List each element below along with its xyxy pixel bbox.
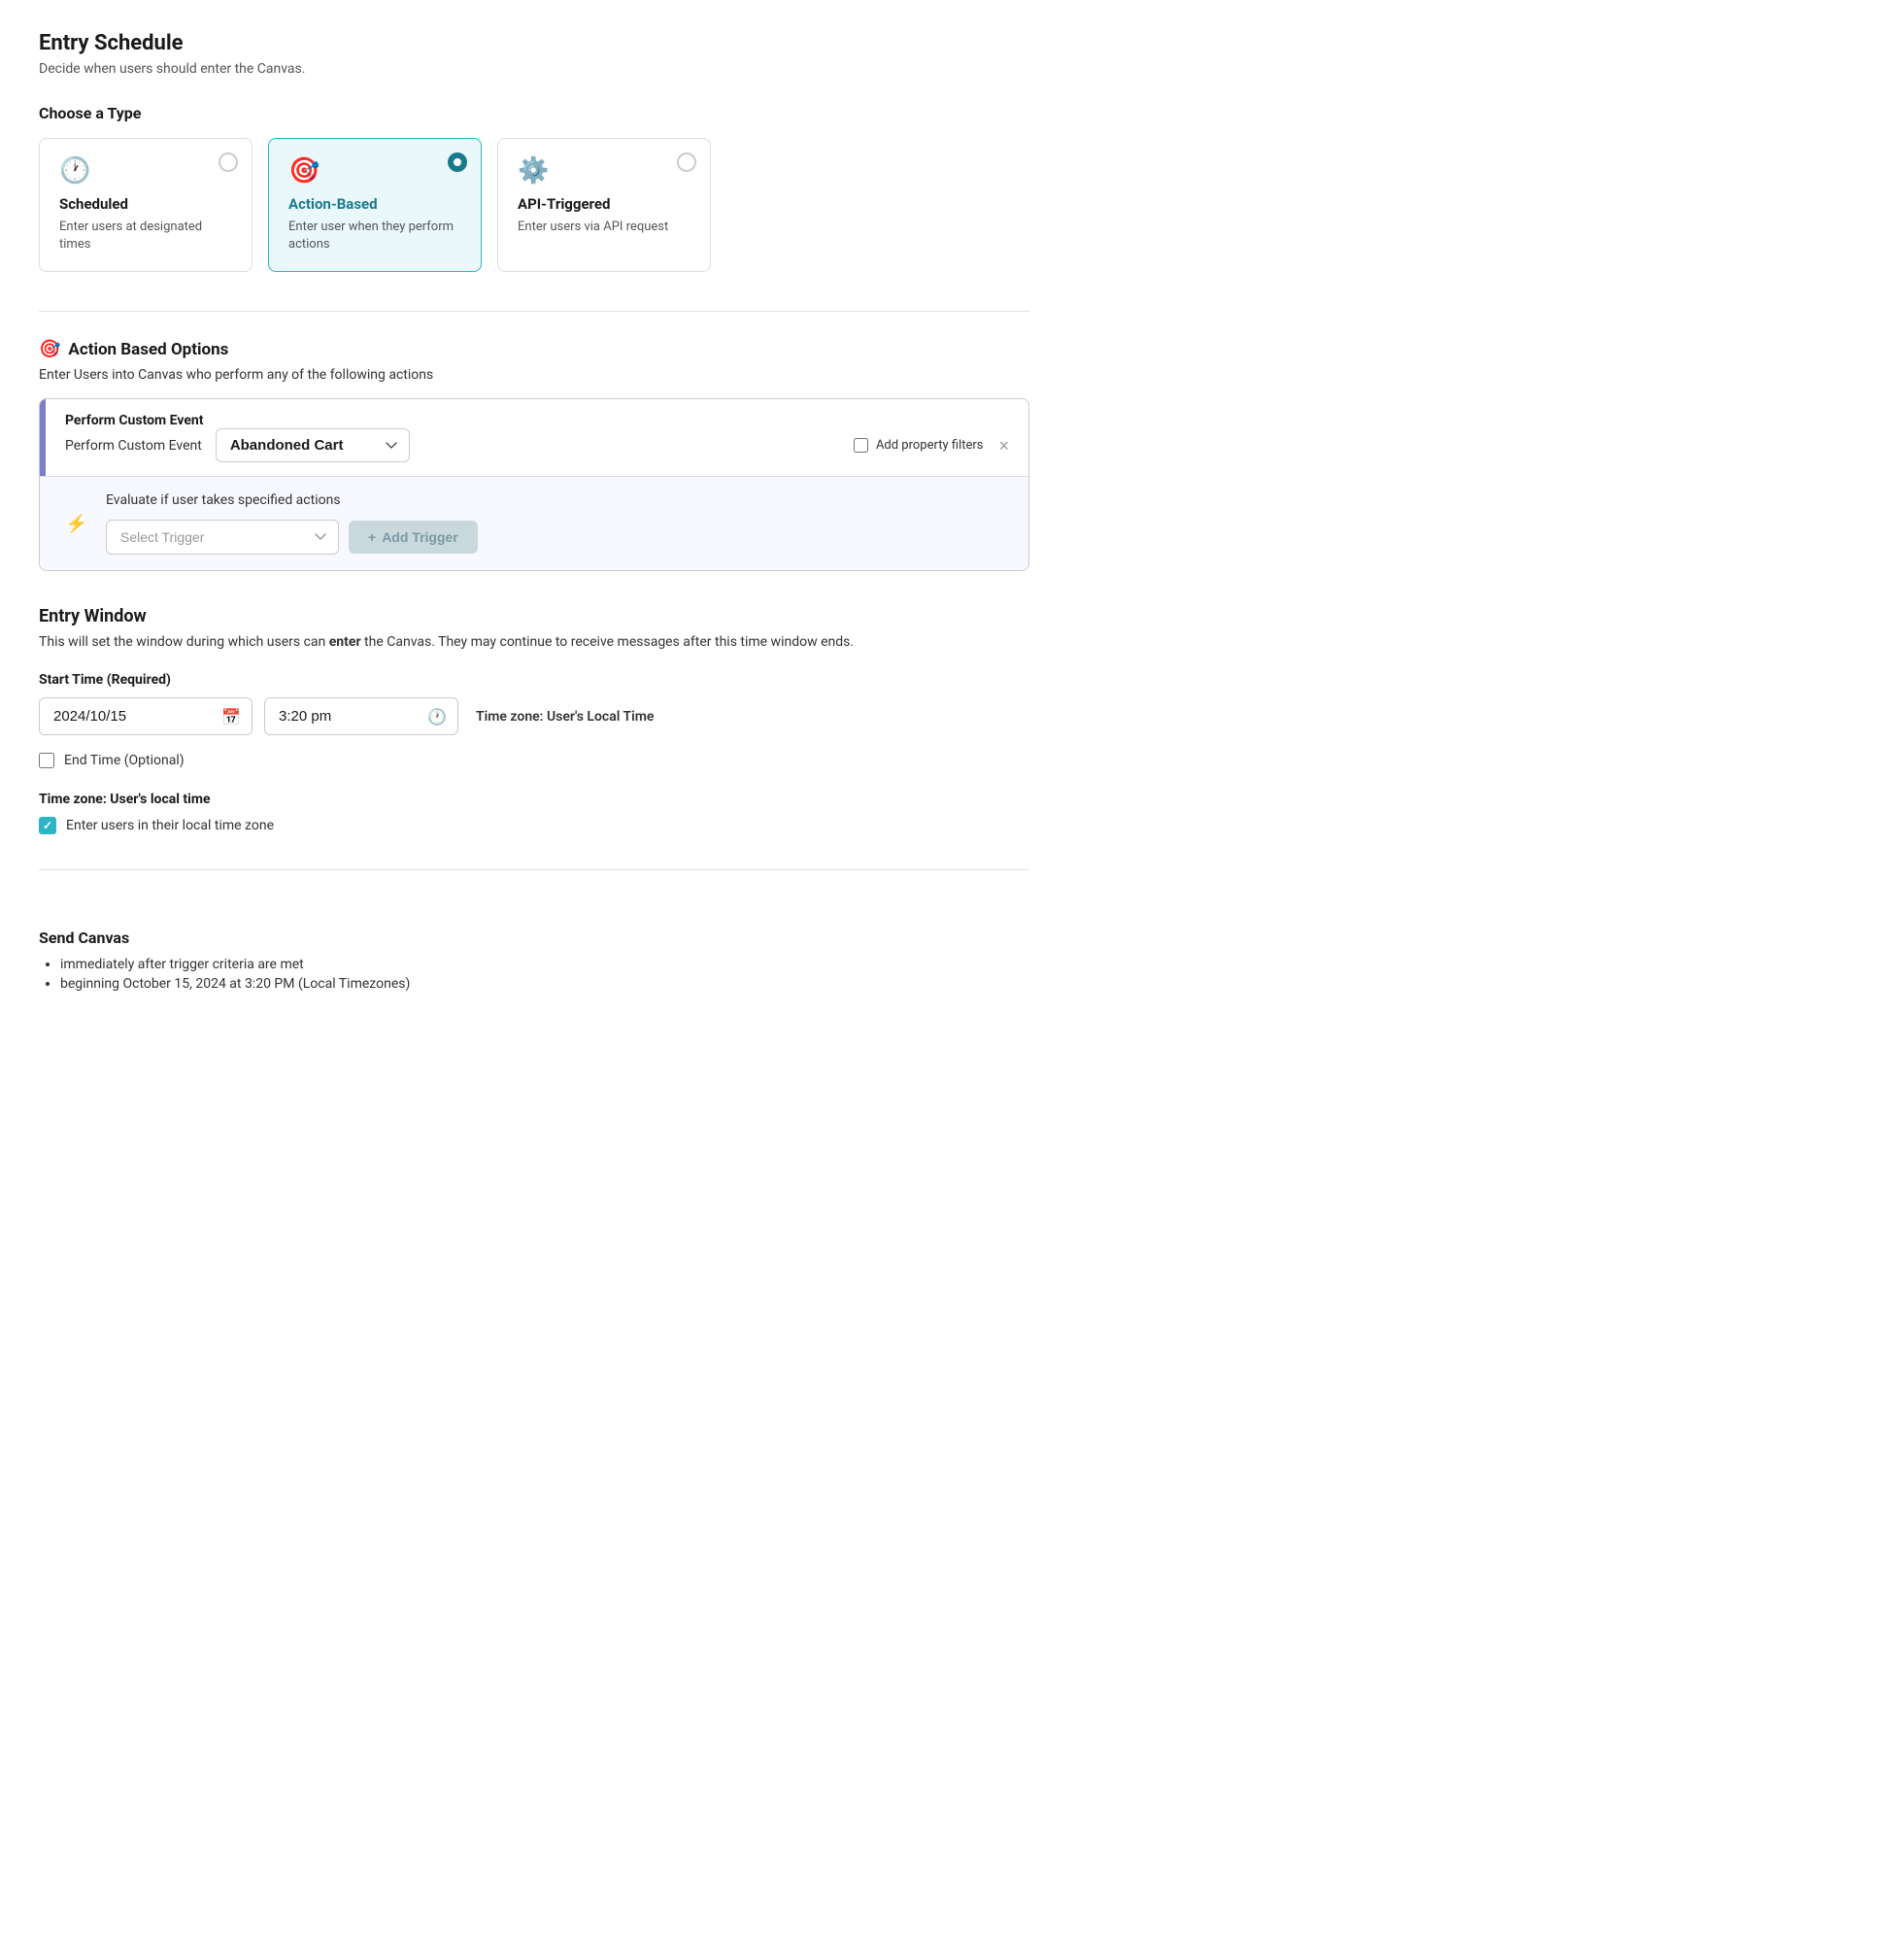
entry-window-desc: This will set the window during which us… (39, 632, 1029, 653)
add-trigger-label: Add Trigger (382, 529, 458, 545)
scheduled-title: Scheduled (59, 195, 232, 213)
api-triggered-radio[interactable] (677, 152, 696, 172)
clock-icon: 🕐 (59, 156, 232, 186)
type-card-scheduled[interactable]: 🕐 Scheduled Enter users at designated ti… (39, 138, 253, 272)
end-time-label: End Time (Optional) (64, 753, 185, 768)
page-title: Entry Schedule (39, 31, 1029, 55)
api-triggered-title: API-Triggered (518, 195, 690, 213)
scheduled-radio[interactable] (219, 152, 238, 172)
action-based-options-desc: Enter Users into Canvas who perform any … (39, 367, 1029, 383)
action-row-top-inner: Perform Custom Event Perform Custom Even… (46, 399, 1028, 476)
lightning-icon: ⚡ (66, 514, 87, 534)
trigger-select-wrapper: Select Trigger (106, 520, 339, 555)
entry-window-desc-before: This will set the window during which us… (39, 634, 329, 650)
action-row-controls: Perform Custom Event Abandoned Cart Purc… (65, 428, 1009, 462)
date-input-wrapper: 📅 (39, 697, 253, 735)
add-trigger-button[interactable]: + Add Trigger (349, 521, 478, 554)
end-time-checkbox[interactable] (39, 753, 54, 768)
action-based-options-header: 🎯 Action Based Options (39, 339, 1029, 359)
trigger-select[interactable]: Select Trigger (106, 520, 339, 555)
datetime-row: 📅 🕐 Time zone: User's Local Time (39, 697, 1029, 735)
local-timezone-label: Enter users in their local time zone (66, 818, 274, 833)
time-input[interactable] (264, 697, 458, 735)
entry-window-desc-after: the Canvas. They may continue to receive… (361, 634, 854, 650)
event-dropdown[interactable]: Abandoned Cart Purchase Session Start Cu… (216, 428, 410, 462)
time-input-wrapper: 🕐 (264, 697, 458, 735)
trigger-row: ⚡ Evaluate if user takes specified actio… (40, 476, 1028, 570)
send-canvas-section: Send Canvas immediately after trigger cr… (39, 897, 1029, 992)
event-label: Perform Custom Event (65, 413, 1009, 428)
remove-action-button[interactable]: × (998, 437, 1009, 455)
plus-icon: + (368, 529, 376, 545)
lightning-icon-col: ⚡ (59, 514, 94, 534)
divider-2 (39, 869, 1029, 870)
send-canvas-item-1: immediately after trigger criteria are m… (60, 957, 1029, 972)
trigger-content: Evaluate if user takes specified actions… (106, 492, 1009, 555)
entry-window-title: Entry Window (39, 606, 1029, 626)
entry-window-desc-bold: enter (329, 634, 361, 650)
send-canvas-item-2: beginning October 15, 2024 at 3:20 PM (L… (60, 976, 1029, 992)
api-triggered-desc: Enter users via API request (518, 219, 690, 236)
event-type-label: Perform Custom Event (65, 438, 202, 454)
action-row-right: Add property filters × (854, 437, 1009, 455)
timezone-check-row: Enter users in their local time zone (39, 817, 1029, 834)
timezone-section-title: Time zone: User's local time (39, 792, 1029, 807)
divider-1 (39, 311, 1029, 312)
entry-window-section: Entry Window This will set the window du… (39, 606, 1029, 834)
action-box: Perform Custom Event Perform Custom Even… (39, 398, 1029, 571)
action-based-radio[interactable] (448, 152, 467, 172)
date-input[interactable] (39, 697, 253, 735)
target-icon: 🎯 (288, 156, 461, 186)
start-time-label: Start Time (Required) (39, 672, 1029, 688)
action-based-desc: Enter user when they perform actions (288, 219, 461, 253)
type-card-api-triggered[interactable]: ⚙️ API-Triggered Enter users via API req… (497, 138, 711, 272)
scheduled-desc: Enter users at designated times (59, 219, 232, 253)
add-property-filters-label: Add property filters (876, 438, 984, 453)
timezone-inline-label: Time zone: User's Local Time (476, 709, 654, 725)
trigger-controls: Select Trigger + Add Trigger (106, 520, 1009, 555)
add-property-filters-checkbox[interactable] (854, 438, 868, 453)
type-cards-container: 🕐 Scheduled Enter users at designated ti… (39, 138, 1029, 272)
type-card-action-based[interactable]: 🎯 Action-Based Enter user when they perf… (268, 138, 482, 272)
choose-type-label: Choose a Type (39, 104, 1029, 122)
end-time-row: End Time (Optional) (39, 753, 1029, 768)
local-timezone-checkbox[interactable] (39, 817, 56, 834)
page-subtitle: Decide when users should enter the Canva… (39, 61, 1029, 77)
action-based-icon: 🎯 (39, 339, 60, 359)
action-based-options-title: Action Based Options (68, 340, 228, 359)
gear-icon: ⚙️ (518, 156, 690, 186)
action-row-top: Perform Custom Event Perform Custom Even… (40, 399, 1028, 476)
send-canvas-title: Send Canvas (39, 929, 1029, 947)
send-canvas-list: immediately after trigger criteria are m… (39, 957, 1029, 992)
action-based-title: Action-Based (288, 195, 461, 213)
trigger-desc: Evaluate if user takes specified actions (106, 492, 1009, 508)
